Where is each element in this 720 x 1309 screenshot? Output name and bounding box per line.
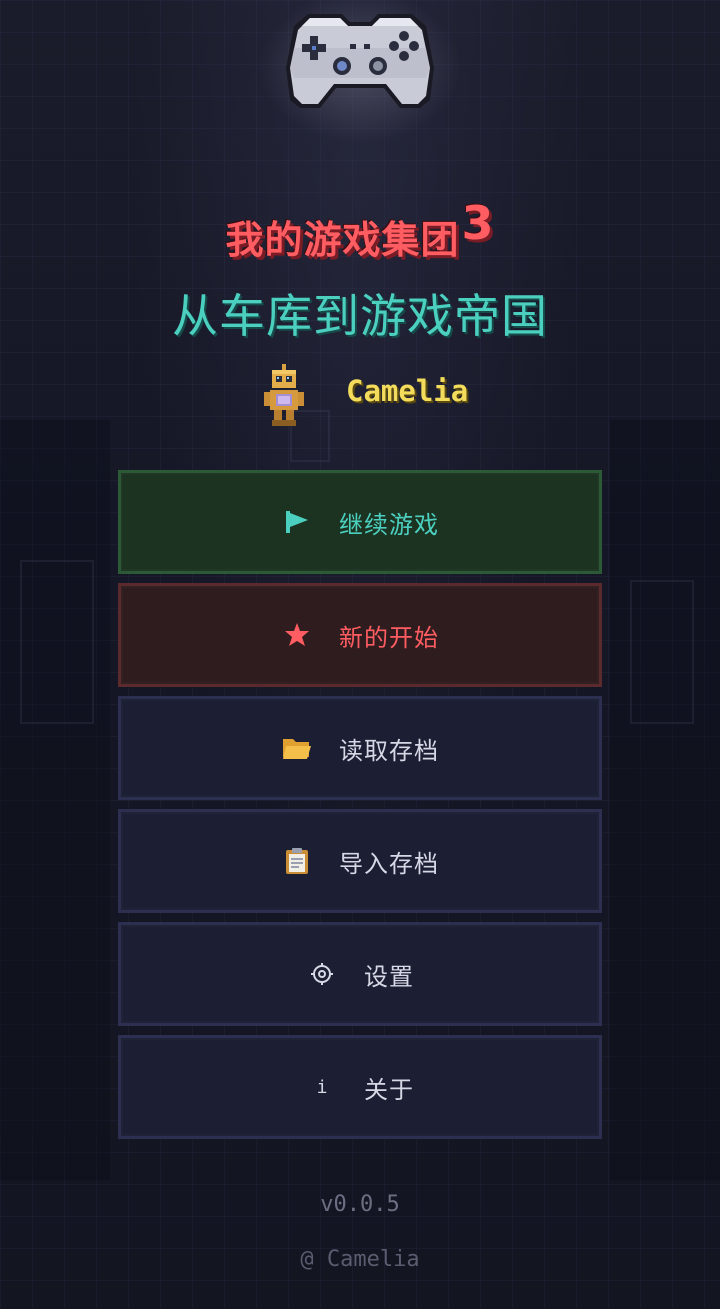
import-save-button[interactable]: 导入存档 [118, 809, 602, 913]
game-title: 我的游戏集团3 [225, 196, 495, 262]
about-label: 关于 [364, 1075, 414, 1104]
new-game-button[interactable]: 新的开始 [118, 583, 602, 687]
game-subtitle: 从车库到游戏帝国 [172, 289, 548, 343]
background-shade [0, 420, 110, 1180]
continue-game-button[interactable]: 继续游戏 [118, 470, 602, 574]
gear-icon [306, 958, 338, 990]
main-menu: 继续游戏 新的开始 读取存档 导入存档 设置 i 关于 [118, 470, 602, 1148]
copyright-text: @ Camelia [300, 1247, 420, 1272]
version-text: v0.0.5 [320, 1192, 400, 1217]
background-panel [630, 580, 694, 724]
title-number: 3 [461, 196, 495, 250]
load-save-button[interactable]: 读取存档 [118, 696, 602, 800]
info-icon: i [316, 1076, 328, 1098]
player-name: Camelia [346, 374, 469, 408]
settings-button[interactable]: 设置 [118, 922, 602, 1026]
about-button[interactable]: i 关于 [118, 1035, 602, 1139]
folder-icon [281, 732, 313, 764]
player-profile: Camelia [0, 362, 720, 426]
robot-avatar-icon [264, 364, 304, 426]
play-flag-icon [281, 506, 313, 538]
import-save-label: 导入存档 [339, 849, 439, 878]
load-save-label: 读取存档 [339, 736, 439, 765]
gamepad-logo-icon [286, 14, 434, 108]
continue-game-label: 继续游戏 [339, 510, 439, 539]
settings-label: 设置 [364, 962, 414, 991]
new-game-label: 新的开始 [339, 623, 439, 652]
clipboard-icon [281, 845, 313, 877]
background-panel [20, 560, 94, 724]
background-shade [610, 420, 720, 1180]
star-icon [281, 619, 313, 651]
